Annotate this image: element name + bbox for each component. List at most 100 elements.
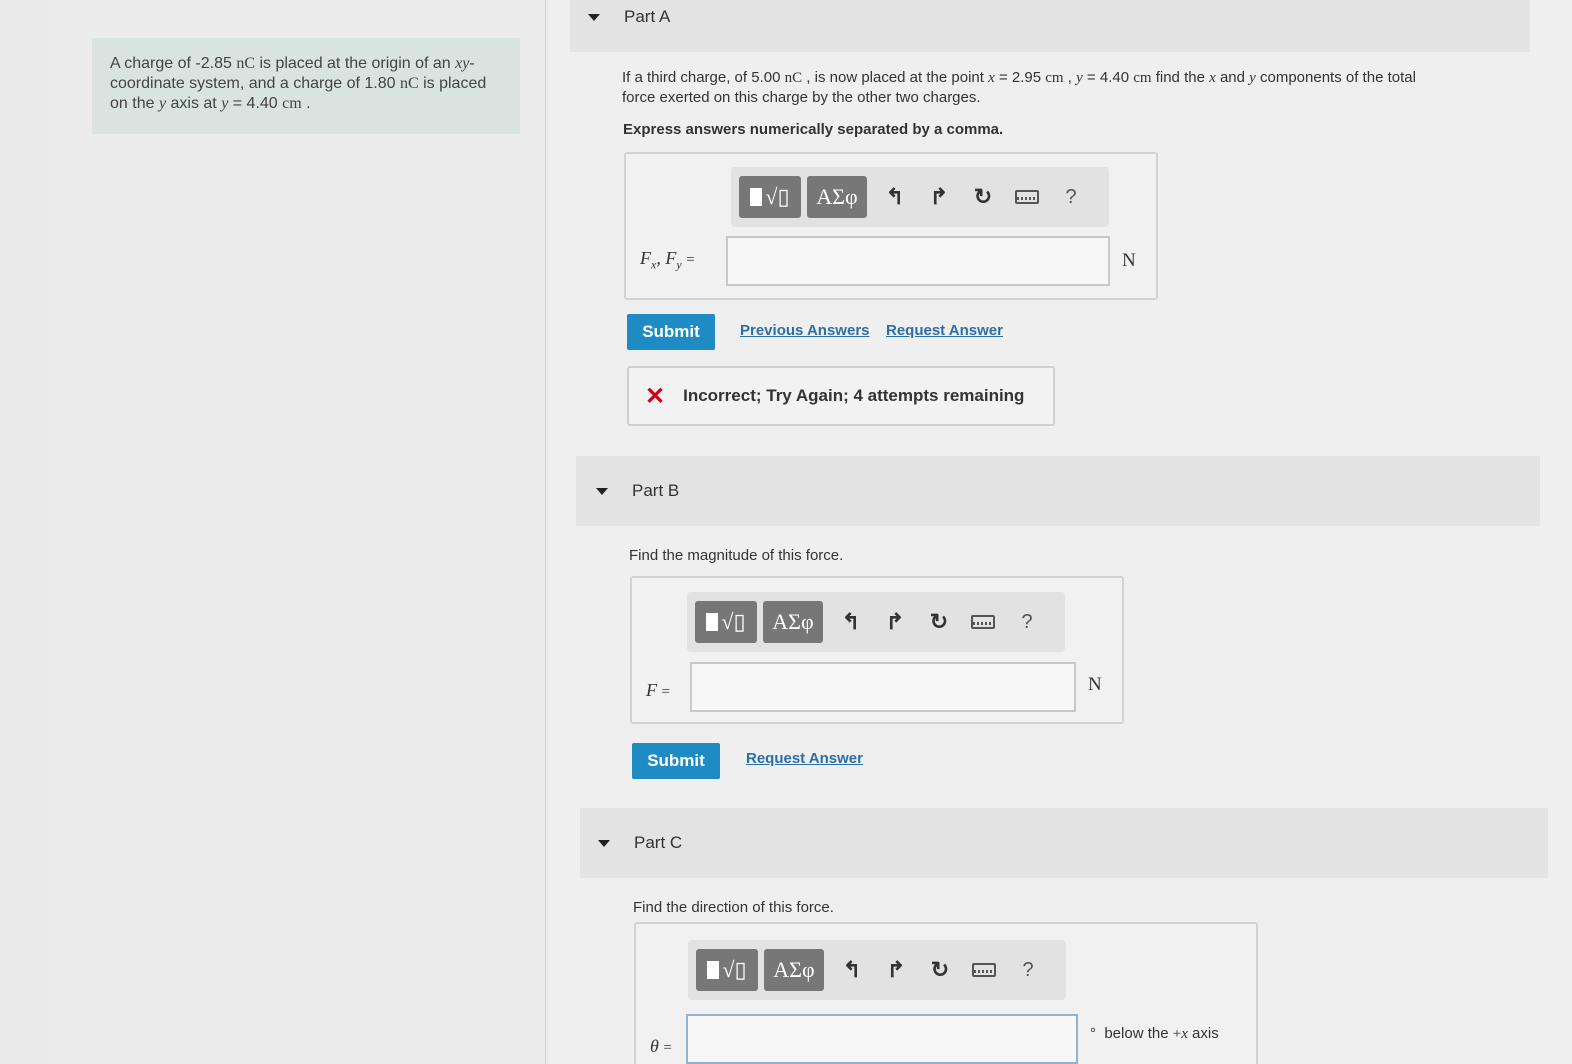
part-b-answer-input[interactable] — [690, 662, 1076, 712]
question-var: y — [1249, 70, 1256, 86]
question-text: find the — [1155, 69, 1205, 86]
question-var: x — [988, 70, 995, 86]
label-theta: θ — [650, 1036, 659, 1056]
greek-symbols-button[interactable]: ΑΣφ — [807, 176, 867, 218]
question-var: y — [1076, 70, 1083, 86]
greek-symbols-button[interactable]: ΑΣφ — [763, 601, 823, 643]
part-a-request-answer-link[interactable]: Request Answer — [886, 322, 1003, 339]
reset-icon[interactable]: ↻ — [917, 601, 961, 643]
question-unit: nC — [784, 70, 803, 86]
problem-var: y — [158, 95, 167, 112]
question-text: = 4.40 — [1086, 69, 1130, 86]
problem-unit: cm — [282, 95, 302, 112]
problem-unit: nC — [399, 75, 419, 92]
math-toolbar: √▯ ΑΣφ ↰ ↱ ↻ ? — [731, 167, 1109, 227]
keyboard-icon[interactable] — [1005, 176, 1049, 218]
question-text: and — [1219, 69, 1245, 86]
problem-unit: nC — [236, 55, 255, 72]
question-unit: cm — [1133, 70, 1152, 86]
question-text: , is now placed at the point — [806, 69, 984, 86]
redo-icon[interactable]: ↱ — [873, 601, 917, 643]
templates-button[interactable]: √▯ — [696, 949, 758, 991]
part-a-answer-box: √▯ ΑΣφ ↰ ↱ ↻ ? Fx, Fy = N — [624, 152, 1158, 300]
problem-text: = 4.40 — [232, 95, 278, 112]
part-a-question: If a third charge, of 5.00 nC , is now p… — [622, 68, 1522, 107]
collapse-caret-icon[interactable] — [598, 839, 610, 847]
part-b-answer-box: √▯ ΑΣφ ↰ ↱ ↻ ? F = N — [630, 576, 1124, 724]
unit-axis: axis — [1192, 1025, 1219, 1042]
part-c-unit: ° below the +x axis — [1090, 1024, 1219, 1044]
part-b-request-answer-link[interactable]: Request Answer — [746, 750, 863, 767]
help-icon[interactable]: ? — [1006, 949, 1050, 991]
part-a-instruction: Express answers numerically separated by… — [623, 121, 1004, 138]
part-c-title: Part C — [634, 833, 683, 852]
question-var: x — [1209, 70, 1216, 86]
part-b-submit-button[interactable]: Submit — [632, 743, 720, 779]
question-text: , — [1067, 69, 1072, 86]
keyboard-icon[interactable] — [962, 949, 1006, 991]
part-b-header[interactable]: Part B — [576, 456, 1540, 526]
label-sep: , — [656, 248, 661, 268]
question-text: force exerted on this charge by the othe… — [622, 89, 981, 106]
question-text: = 2.95 — [998, 69, 1042, 86]
problem-text: is placed at the origin of an — [259, 55, 451, 72]
problem-text: axis at — [170, 95, 217, 112]
keyboard-icon[interactable] — [961, 601, 1005, 643]
math-toolbar: √▯ ΑΣφ ↰ ↱ ↻ ? — [688, 940, 1066, 1000]
problem-text: . — [306, 95, 311, 112]
undo-icon[interactable]: ↰ — [873, 176, 917, 218]
part-b-answer-label: F = — [646, 680, 670, 701]
collapse-caret-icon[interactable] — [588, 13, 600, 21]
question-text: components of the total — [1260, 69, 1416, 86]
question-text: If a third charge, of 5.00 — [622, 69, 781, 86]
part-a-unit: N — [1122, 250, 1136, 271]
part-c-answer-label: θ = — [650, 1036, 672, 1057]
unit-plus: + — [1172, 1026, 1182, 1042]
label-sub: y — [676, 257, 682, 272]
part-a-answer-input[interactable] — [726, 236, 1110, 286]
label-eq: = — [663, 1040, 672, 1056]
part-a-title: Part A — [624, 7, 671, 26]
templates-button[interactable]: √▯ — [739, 176, 801, 218]
part-a-answer-label: Fx, Fy = — [640, 248, 695, 273]
unit-text: below the — [1104, 1025, 1169, 1042]
feedback-text: Incorrect; Try Again; 4 attempts remaini… — [683, 386, 1025, 405]
label-eq: = — [661, 684, 670, 700]
part-a-header[interactable]: Part A — [570, 0, 1530, 52]
incorrect-x-icon: ✕ — [645, 382, 666, 410]
degree-symbol: ° — [1090, 1025, 1096, 1042]
problem-var: xy — [455, 55, 470, 72]
problem-var: y — [221, 95, 229, 112]
part-c-answer-input[interactable] — [686, 1014, 1078, 1064]
part-b-title: Part B — [632, 481, 680, 500]
part-c-question: Find the direction of this force. — [633, 899, 834, 916]
templates-button[interactable]: √▯ — [695, 601, 757, 643]
label-f: F — [665, 248, 677, 268]
feedback-message: ✕ Incorrect; Try Again; 4 attempts remai… — [627, 366, 1055, 426]
greek-symbols-button[interactable]: ΑΣφ — [764, 949, 824, 991]
undo-icon[interactable]: ↰ — [829, 601, 873, 643]
question-unit: cm — [1045, 70, 1064, 86]
reset-icon[interactable]: ↻ — [961, 176, 1005, 218]
help-icon[interactable]: ? — [1005, 601, 1049, 643]
part-a-submit-button[interactable]: Submit — [627, 314, 715, 350]
part-b-unit: N — [1088, 674, 1102, 695]
part-c-header[interactable]: Part C — [580, 808, 1548, 878]
problem-text: A charge of -2.85 — [110, 55, 232, 72]
reset-icon[interactable]: ↻ — [918, 949, 962, 991]
help-icon[interactable]: ? — [1049, 176, 1093, 218]
label-f: F — [646, 680, 657, 700]
undo-icon[interactable]: ↰ — [830, 949, 874, 991]
redo-icon[interactable]: ↱ — [874, 949, 918, 991]
previous-answers-link[interactable]: Previous Answers — [740, 322, 870, 339]
part-c-answer-box: √▯ ΑΣφ ↰ ↱ ↻ ? θ = ° below the +x axis — [634, 922, 1258, 1064]
redo-icon[interactable]: ↱ — [917, 176, 961, 218]
label-eq: = — [686, 252, 695, 268]
unit-x: x — [1181, 1026, 1188, 1042]
math-toolbar: √▯ ΑΣφ ↰ ↱ ↻ ? — [687, 592, 1065, 652]
problem-statement: A charge of -2.85 nC is placed at the or… — [92, 38, 520, 134]
left-column — [48, 0, 546, 1064]
part-b-question: Find the magnitude of this force. — [629, 547, 844, 564]
collapse-caret-icon[interactable] — [596, 487, 608, 495]
label-f: F — [640, 248, 651, 268]
